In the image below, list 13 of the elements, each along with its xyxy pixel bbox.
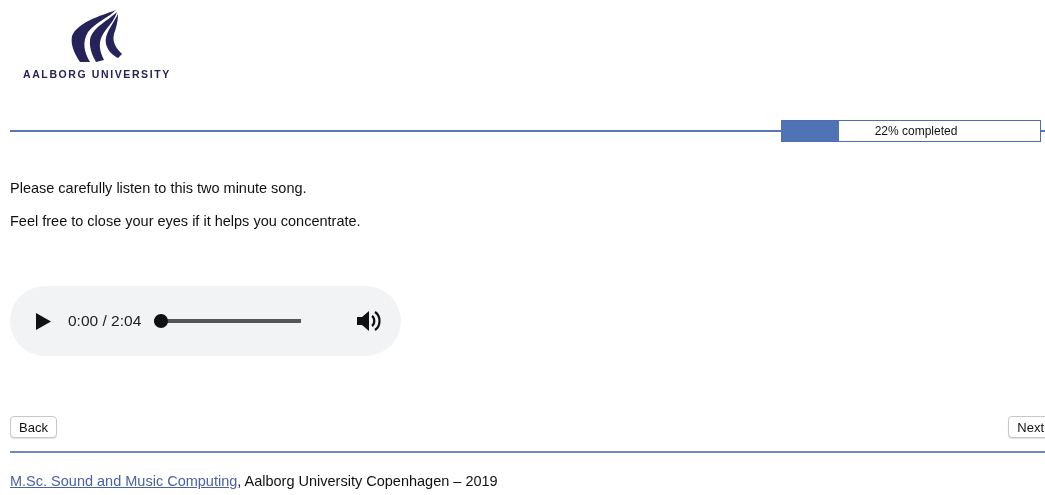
time-display: 0:00 / 2:04 bbox=[68, 312, 142, 330]
volume-icon[interactable] bbox=[357, 310, 381, 332]
audio-player[interactable]: 0:00 / 2:04 bbox=[10, 286, 401, 356]
logo-icon bbox=[70, 8, 122, 64]
instruction-text: Feel free to close your eyes if it helps you concentrate. bbox=[10, 212, 362, 230]
seek-thumb[interactable] bbox=[154, 314, 169, 328]
back-button[interactable]: Back bbox=[10, 416, 57, 438]
progress-label: 22% completed bbox=[874, 124, 958, 138]
instruction-text: Please carefully listen to this two minute song. bbox=[10, 179, 308, 197]
footer-text: M.Sc. Sound and Music Computing, Aalborg University Copenhagen – 2019 bbox=[10, 473, 499, 489]
play-icon[interactable] bbox=[36, 312, 51, 330]
university-name: AALBORG UNIVERSITY bbox=[23, 68, 172, 80]
next-button[interactable]: Next bbox=[1008, 416, 1045, 438]
